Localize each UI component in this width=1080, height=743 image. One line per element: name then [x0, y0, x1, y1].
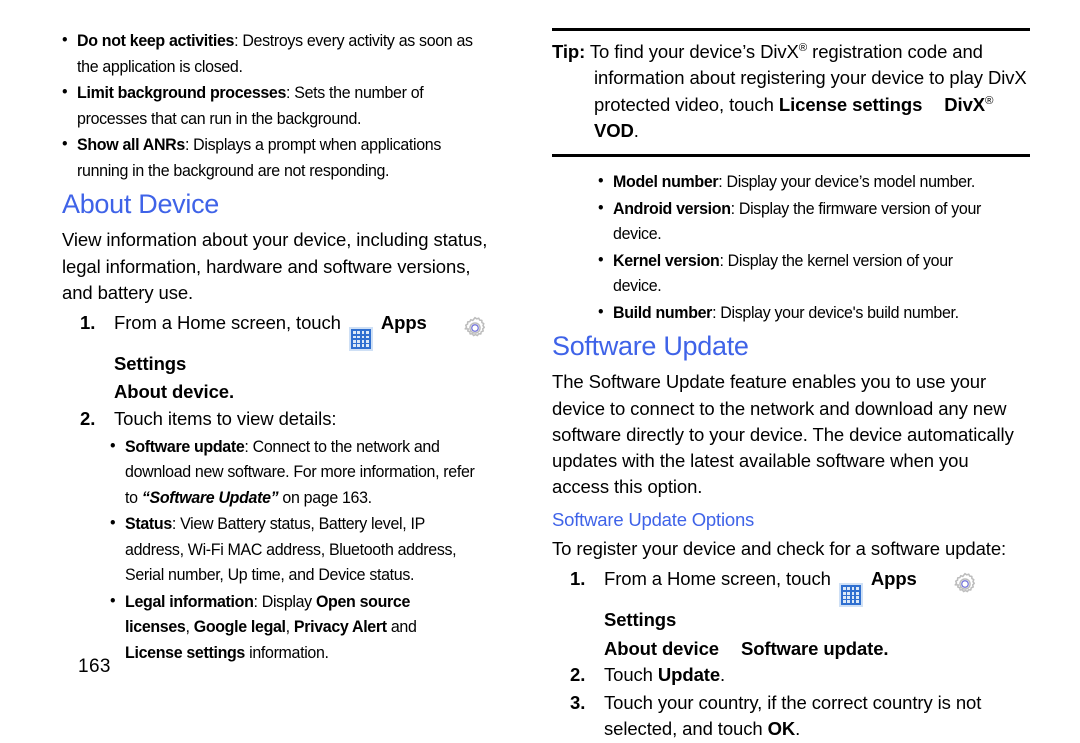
tip-line-2: information about registering your devic… [594, 67, 1027, 89]
gear-icon[interactable] [462, 315, 488, 341]
bullet-term: Build number [613, 302, 713, 322]
tip-label: Tip: [552, 41, 586, 62]
step-text-tail: . [795, 718, 801, 740]
apps-grid-icon[interactable] [838, 571, 863, 608]
about-device-intro: View information about your device, incl… [62, 229, 488, 303]
bullet-term: Model number [613, 172, 719, 192]
update-button-label: Update [657, 663, 721, 685]
device-info-bullets: Model number: Display your device’s mode… [598, 168, 1030, 326]
tip-box: Tip: To find your device’s DivX® registr… [552, 28, 1030, 158]
apps-grid-icon[interactable] [348, 315, 373, 352]
divx-vod-label-a: DivX [944, 93, 985, 115]
gear-icon-svg [464, 316, 485, 337]
tip-line3-tail: . [633, 119, 639, 141]
gear-icon[interactable] [952, 571, 978, 597]
about-device-steps: 1. From a Home screen, touch Apps Setting… [62, 310, 500, 432]
tip-text-a: To find your device’s DivX [589, 41, 799, 62]
step-1-sublabel: About device Software update. [552, 636, 1030, 662]
step-number: 2. [570, 663, 586, 685]
bullet-term: Legal information [125, 591, 254, 611]
step-number: 2. [80, 407, 96, 429]
list-item: Show all ANRs: Displays a prompt when ap… [62, 131, 474, 183]
list-item: Kernel version: Display the kernel versi… [598, 247, 1004, 299]
step-1-sublabel: About device. [114, 381, 234, 403]
bold-part-2: Google legal [193, 617, 286, 637]
bullet-term: Android version [613, 198, 731, 218]
about-device-label: About device [604, 637, 719, 659]
registered-mark: ® [798, 41, 808, 54]
license-settings-label: License settings [778, 93, 923, 115]
bold-part-3: Privacy Alert [293, 617, 387, 637]
ok-button-label: OK [767, 718, 796, 740]
settings-label: Settings [114, 353, 187, 375]
software-update-lead-in: To register your device and check for a … [552, 537, 1007, 559]
separator-1: , [185, 617, 194, 637]
software-update-steps: 1. From a Home screen, touch Apps Setting… [552, 566, 1030, 742]
settings-label: Settings [604, 609, 677, 631]
bullet-text: : Display [253, 591, 316, 611]
step-text: Touch [604, 663, 658, 685]
bullet-text-tail: on page 163. [278, 487, 372, 507]
step-1: 1. From a Home screen, touch Apps Setting… [552, 566, 1030, 633]
list-item: Software update: Connect to the network … [110, 433, 477, 511]
separator-3: and [386, 617, 417, 637]
step-text-tail: . [720, 663, 726, 685]
tip-line-3: protected video, touch License settings D… [552, 92, 1030, 145]
bullet-term: Limit background processes [77, 83, 287, 102]
about-device-detail-bullets: Software update: Connect to the network … [110, 433, 500, 666]
bullet-term: Show all ANRs [77, 135, 185, 154]
registered-mark: ® [985, 94, 994, 107]
step-text: From a Home screen, touch [114, 312, 341, 334]
developer-options-bullets: Do not keep activities: Destroys every a… [62, 27, 500, 183]
bullet-text-tail: information. [245, 642, 329, 662]
section-heading-software-update: Software Update [552, 331, 749, 362]
step-number: 1. [80, 312, 96, 334]
cross-reference-title: “Software Update” [141, 487, 279, 507]
list-item: Do not keep activities: Destroys every a… [62, 27, 474, 79]
section-heading-about-device: About Device [62, 189, 219, 219]
tip-line-1: Tip: To find your device’s DivX® registr… [552, 39, 1030, 65]
bold-part-4: License settings [125, 642, 246, 662]
list-item: Build number: Display your device's buil… [598, 299, 1004, 326]
apps-label: Apps [870, 568, 917, 590]
bullet-term: Status [125, 514, 172, 534]
list-item: Limit background processes: Sets the num… [62, 79, 474, 131]
step-2: 2. Touch Update. [552, 662, 1030, 688]
apps-label: Apps [380, 312, 427, 334]
step-text: From a Home screen, touch [604, 568, 831, 590]
page-number: 163 [78, 656, 111, 677]
left-column: Do not keep activities: Destroys every a… [0, 0, 540, 720]
bullet-text: : View Battery status, Battery level, IP… [125, 514, 457, 585]
divx-vod-label-b: VOD [594, 119, 634, 141]
bullet-text: : Display your device's build number. [712, 302, 959, 322]
bullet-term: Do not keep activities [77, 31, 235, 50]
step-number: 1. [570, 568, 586, 590]
bullet-text: : Display your device’s model number. [718, 172, 975, 192]
list-item: Status: View Battery status, Battery lev… [110, 510, 477, 588]
separator-2: , [285, 617, 294, 637]
manual-page: Do not keep activities: Destroys every a… [0, 0, 1080, 739]
step-3: 3. Touch your country, if the correct cou… [552, 690, 1030, 743]
step-1: 1. From a Home screen, touch Apps Setting… [62, 310, 500, 377]
list-item: Legal information: Display Open source l… [110, 588, 477, 666]
bullet-term: Kernel version [613, 250, 720, 270]
tip-line3-text: protected video, touch [594, 93, 779, 115]
software-update-label: Software update [740, 637, 884, 659]
step-number: 3. [570, 692, 586, 714]
right-column: Tip: To find your device’s DivX® registr… [540, 0, 1080, 739]
step-2: 2. Touch items to view details: [62, 406, 500, 432]
subheading-software-update-options: Software Update Options [552, 508, 755, 530]
list-item: Model number: Display your device’s mode… [598, 168, 1004, 195]
software-update-paragraph: The Software Update feature enables you … [552, 371, 1014, 498]
list-item: Android version: Display the firmware ve… [598, 195, 1004, 247]
sublabel-tail: . [883, 637, 889, 659]
step-text: Touch items to view details: [114, 407, 337, 429]
gear-icon-svg [954, 572, 975, 593]
bullet-term: Software update [125, 436, 245, 456]
tip-text-b: registration code and [807, 41, 983, 62]
